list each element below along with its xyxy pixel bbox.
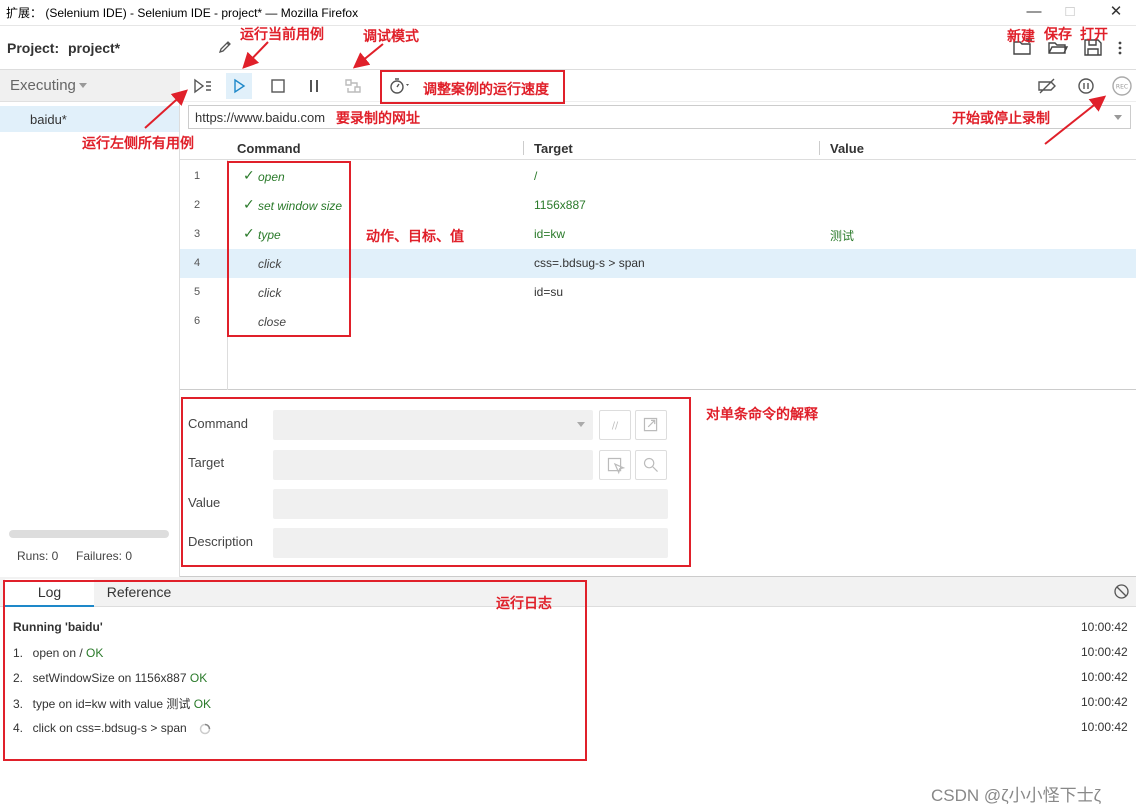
annotation-command-explain: 对单条命令的解释 <box>706 406 818 422</box>
failures-count: Failures: 0 <box>76 549 133 563</box>
annotation-open: 打开 <box>1080 26 1108 42</box>
row-target: id=su <box>534 285 564 299</box>
annotation-save: 保存 <box>1044 26 1072 42</box>
window-title: 扩展： (Selenium IDE) - Selenium IDE - proj… <box>6 6 359 20</box>
row-number: 3 <box>194 228 201 240</box>
pause-icon[interactable] <box>301 73 327 99</box>
svg-text:REC: REC <box>1116 84 1128 91</box>
annotation-debug-mode: 调试模式 <box>363 28 419 44</box>
progress-bar <box>9 530 169 538</box>
row-target: 1156x887 <box>534 198 586 212</box>
stop-icon[interactable] <box>265 73 291 99</box>
log-time: 10:00:42 <box>1081 720 1128 734</box>
record-icon[interactable]: REC <box>1109 73 1135 99</box>
log-time: 10:00:42 <box>1081 670 1128 684</box>
annotation-action-target-value: 动作、目标、值 <box>366 228 464 244</box>
column-divider <box>819 141 820 155</box>
suite-label: baidu* <box>30 112 67 127</box>
run-current-test-icon[interactable] <box>226 73 252 99</box>
close-button[interactable]: ✕ <box>1096 0 1136 26</box>
annotation-new: 新建 <box>1007 28 1035 44</box>
base-url-value: https://www.baidu.com <box>195 110 326 125</box>
column-header-value: Value <box>830 141 864 156</box>
row-number: 1 <box>194 170 201 182</box>
step-over-icon[interactable] <box>340 73 366 99</box>
row-target: css=.bdsug-s > span <box>534 256 645 270</box>
annotation-box-editor <box>181 397 691 567</box>
row-target: / <box>534 169 538 183</box>
edit-pencil-icon[interactable] <box>217 39 233 55</box>
log-time: 10:00:42 <box>1081 695 1128 709</box>
url-dropdown-chevron-icon[interactable] <box>1114 115 1122 121</box>
chevron-down-icon <box>79 83 87 89</box>
column-header-target: Target <box>534 141 573 156</box>
row-target: id=kw <box>534 227 566 241</box>
table-header: Command Target Value <box>180 136 1136 160</box>
executing-dropdown[interactable]: Executing <box>0 70 180 102</box>
window-title-bar: 扩展： (Selenium IDE) - Selenium IDE - proj… <box>0 0 1136 26</box>
annotation-run-all: 运行左侧所有用例 <box>82 135 194 151</box>
annotation-run-current: 运行当前用例 <box>240 26 324 42</box>
executing-label: Executing <box>10 77 76 94</box>
runs-count: Runs: 0 <box>17 549 59 563</box>
row-number: 5 <box>194 286 201 298</box>
more-menu-icon[interactable] <box>1116 40 1124 56</box>
project-header: Project: project* <box>0 26 1136 70</box>
column-header-command: Command <box>237 141 301 156</box>
minimize-button[interactable]: — <box>1014 0 1054 26</box>
row-number: 4 <box>194 257 201 269</box>
annotation-run-log: 运行日志 <box>496 595 552 611</box>
annotation-record-url: 要录制的网址 <box>336 110 420 126</box>
annotation-start-stop-record: 开始或停止录制 <box>952 110 1050 126</box>
run-all-tests-icon[interactable] <box>190 73 216 99</box>
project-label: Project: <box>7 40 60 56</box>
row-number: 2 <box>194 199 201 211</box>
log-time: 10:00:42 <box>1081 620 1128 634</box>
project-name[interactable]: project* <box>68 40 120 56</box>
row-number: 6 <box>194 315 201 327</box>
sidebar-item-baidu[interactable]: baidu* <box>0 106 179 132</box>
column-divider <box>523 141 524 155</box>
playback-toolbar: REC <box>180 70 1136 102</box>
annotation-box-commands <box>227 161 351 337</box>
disable-breakpoints-icon[interactable] <box>1034 73 1060 99</box>
pause-on-exceptions-icon[interactable] <box>1073 73 1099 99</box>
maximize-button[interactable]: □ <box>1050 0 1090 26</box>
log-time: 10:00:42 <box>1081 645 1128 659</box>
watermark: CSDN @ζ小小怪下士ζ <box>931 786 1102 805</box>
annotation-speed: 调整案例的运行速度 <box>423 81 549 97</box>
clear-log-icon[interactable] <box>1113 583 1130 600</box>
row-value: 测试 <box>830 229 855 243</box>
